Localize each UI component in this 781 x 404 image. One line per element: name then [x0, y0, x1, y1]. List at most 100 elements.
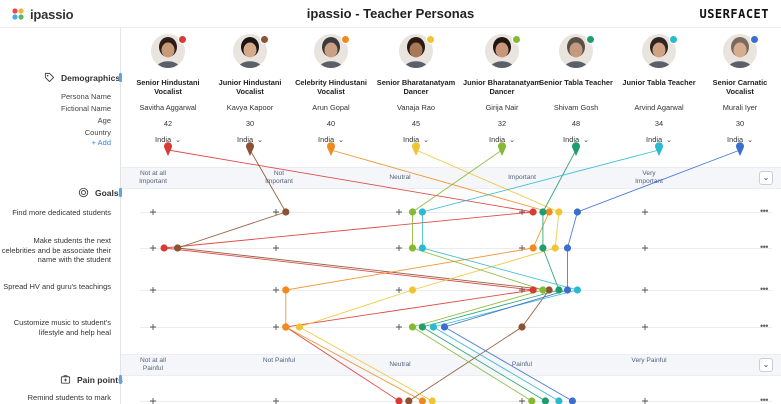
avatar[interactable]	[642, 34, 678, 68]
persona-color-dot	[426, 35, 435, 44]
chevron-down-icon: ⌄	[338, 137, 344, 144]
persona-fictional-name: Arun Gopal	[312, 103, 350, 112]
row-more-icon[interactable]: •••	[760, 284, 768, 294]
persona-country-select[interactable]: India ⌄	[698, 135, 781, 144]
pain-points-heading: Pain points	[60, 374, 123, 385]
demographics-heading: Demographics	[44, 72, 120, 83]
persona-role: Junior Hindustani Vocalist	[218, 78, 282, 96]
persona-pin-icon[interactable]	[163, 142, 172, 156]
persona-country-select[interactable]: India ⌄	[126, 135, 210, 144]
persona-age: 40	[326, 119, 336, 128]
persona-fictional-name: Kavya Kapoor	[226, 103, 274, 112]
row-more-icon[interactable]: •••	[760, 242, 768, 252]
persona-age: 45	[411, 119, 421, 128]
persona-color-dot	[341, 35, 350, 44]
persona-color-dot	[669, 35, 678, 44]
persona-pin-icon[interactable]	[412, 142, 420, 156]
goal-label-make-celebrities: Make students the next celebrities and b…	[1, 236, 111, 264]
persona-country: India	[155, 135, 172, 144]
field-label-country: Country	[84, 128, 111, 137]
add-field-link[interactable]: + Add	[92, 138, 111, 147]
persona-card[interactable]: Junior Tabla Teacher Arvind Agarwal 34 Indi…	[617, 34, 701, 144]
avatar[interactable]	[559, 34, 595, 68]
goal-row-line	[140, 212, 772, 213]
persona-role: Senior Carnatic Vocalist	[712, 78, 768, 96]
sidebar-divider	[120, 28, 121, 404]
row-more-icon[interactable]: •••	[760, 395, 768, 404]
persona-country-select[interactable]: India ⌄	[374, 135, 458, 144]
field-label-age: Age	[97, 116, 111, 125]
scale-label-painful: Painful	[511, 361, 533, 368]
scale-label-neutral-pain: Neutral	[389, 361, 411, 368]
painful-scale-band	[121, 354, 781, 376]
persona-country: India	[403, 135, 420, 144]
persona-card[interactable]: Senior Hindustani Vocalist Savitha Aggarw…	[126, 34, 210, 144]
persona-country-select[interactable]: India ⌄	[208, 135, 292, 144]
persona-role: Senior Tabla Teacher	[539, 78, 613, 87]
persona-country: India	[727, 135, 744, 144]
persona-role: Junior Bharatanatyam Dancer	[462, 78, 542, 96]
persona-pin-icon[interactable]	[327, 142, 335, 156]
persona-fictional-name: Arvind Agarwal	[634, 103, 684, 112]
persona-card[interactable]: Junior Bharatanatyam Dancer Girija Nair 32…	[460, 34, 544, 144]
scale-label-very-important: Very Important	[635, 170, 663, 185]
persona-age: 48	[571, 119, 581, 128]
persona-fictional-name: Shivam Gosh	[553, 103, 599, 112]
avatar[interactable]	[399, 34, 435, 68]
persona-pin-icon[interactable]	[572, 142, 580, 156]
section-marker	[119, 188, 122, 197]
first-aid-icon	[60, 375, 71, 384]
scale-label-not-at-all-important: Not at all Important	[139, 170, 167, 185]
persona-card[interactable]: Junior Hindustani Vocalist Kavya Kapoor 30…	[208, 34, 292, 144]
collapse-pain-points-button[interactable]: ⌄	[759, 358, 773, 372]
app-header: ipassio ipassio - Teacher Personas USERF…	[0, 0, 781, 28]
persona-color-dot	[586, 35, 595, 44]
persona-pin-icon[interactable]	[655, 142, 663, 156]
persona-card[interactable]: Senior Carnatic Vocalist Murali Iyer 30 Ind…	[698, 34, 781, 144]
persona-age: 42	[163, 119, 173, 128]
persona-fictional-name: Vanaja Rao	[396, 103, 436, 112]
persona-fictional-name: Savitha Aggarwal	[139, 103, 197, 112]
avatar[interactable]	[151, 34, 187, 68]
tag-icon	[44, 72, 55, 83]
persona-pin-icon[interactable]	[497, 142, 506, 156]
persona-age: 34	[654, 119, 664, 128]
brand-logo: USERFACET	[699, 7, 769, 21]
persona-card[interactable]: Celebrity Hindustani Vocalist Arun Gopal 4…	[289, 34, 373, 144]
persona-pin-icon[interactable]	[246, 142, 254, 156]
persona-country: India	[318, 135, 335, 144]
chevron-down-icon: ⌄	[747, 137, 753, 144]
persona-country-select[interactable]: India ⌄	[534, 135, 618, 144]
avatar[interactable]	[233, 34, 269, 68]
goals-heading: Goals	[78, 187, 119, 198]
importance-scale-band	[121, 167, 781, 189]
persona-color-dot	[750, 35, 759, 44]
goal-label-spread-teachings: Spread HV and guru's teachings	[3, 282, 111, 291]
persona-color-dot	[260, 35, 269, 44]
demographics-label: Demographics	[61, 72, 121, 83]
persona-country-select[interactable]: India ⌄	[289, 135, 373, 144]
goal-label-find-students: Find more dedicated students	[12, 208, 111, 217]
persona-card[interactable]: Senior Bharatanatyam Dancer Vanaja Rao 45 I…	[374, 34, 458, 144]
goal-row-line	[140, 248, 772, 249]
pain-label-remind-students: Remind students to mark	[27, 393, 111, 402]
row-more-icon[interactable]: •••	[760, 321, 768, 331]
avatar[interactable]	[485, 34, 521, 68]
page-title: ipassio - Teacher Personas	[306, 6, 475, 21]
persona-country-select[interactable]: India ⌄	[617, 135, 701, 144]
persona-role: Senior Hindustani Vocalist	[136, 78, 200, 96]
collapse-goals-button[interactable]: ⌄	[759, 171, 773, 185]
persona-card[interactable]: Senior Tabla Teacher Shivam Gosh 48 India ⌄	[534, 34, 618, 144]
persona-pin-icon[interactable]	[736, 142, 745, 156]
row-more-icon[interactable]: •••	[760, 206, 768, 216]
persona-country-select[interactable]: India ⌄	[460, 135, 544, 144]
persona-country: India	[237, 135, 254, 144]
avatar[interactable]	[723, 34, 759, 68]
persona-country: India	[563, 135, 580, 144]
section-marker	[119, 375, 122, 384]
field-label-fictional-name: Fictional Name	[60, 104, 111, 113]
avatar[interactable]	[314, 34, 350, 68]
goals-label: Goals	[95, 187, 119, 198]
target-icon	[78, 187, 89, 198]
persona-age: 30	[735, 119, 745, 128]
